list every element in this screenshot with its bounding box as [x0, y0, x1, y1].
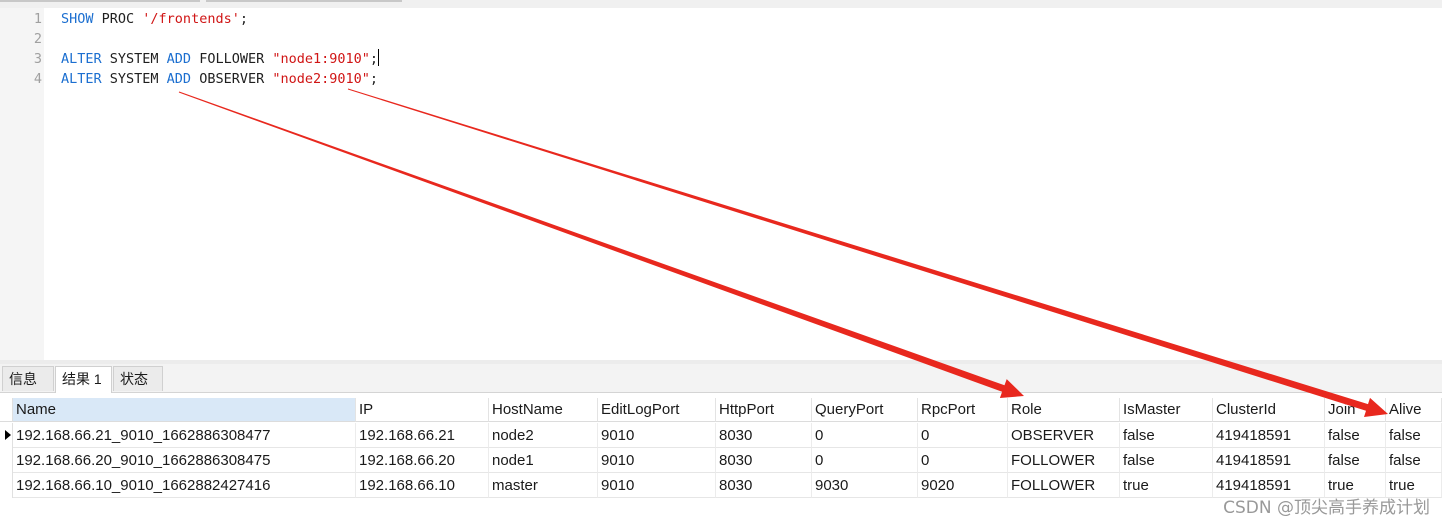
- sql-text: SYSTEM: [101, 51, 167, 67]
- line-number: 1: [33, 11, 42, 27]
- text-cursor: [378, 49, 380, 66]
- code-line[interactable]: ALTER SYSTEM ADD FOLLOWER "node1:9010";: [61, 49, 380, 69]
- column-header-name[interactable]: Name: [13, 398, 356, 422]
- column-header-httpport[interactable]: HttpPort: [716, 398, 812, 422]
- code-line[interactable]: SHOW PROC '/frontends';: [61, 9, 248, 29]
- cell-ismaster[interactable]: false: [1120, 423, 1213, 448]
- cell-clusterid[interactable]: 419418591: [1213, 448, 1325, 473]
- column-header-editlogport[interactable]: EditLogPort: [598, 398, 716, 422]
- cell-join[interactable]: false: [1325, 423, 1386, 448]
- sql-text: OBSERVER: [191, 71, 273, 87]
- cell-rpcport[interactable]: 0: [918, 448, 1008, 473]
- line-number: 2: [33, 31, 42, 47]
- row-selector[interactable]: [0, 473, 13, 498]
- cell-alive[interactable]: false: [1386, 423, 1442, 448]
- cell-role[interactable]: FOLLOWER: [1008, 448, 1120, 473]
- cell-editlogport[interactable]: 9010: [598, 448, 716, 473]
- cell-editlogport[interactable]: 9010: [598, 423, 716, 448]
- cell-name[interactable]: 192.168.66.21_9010_1662886308477: [13, 423, 356, 448]
- sql-text: ;: [369, 71, 379, 87]
- editor-tab-strip: [0, 0, 1442, 8]
- row-selector[interactable]: [0, 448, 13, 473]
- cell-hostname[interactable]: node1: [489, 448, 598, 473]
- sql-text: ;: [369, 51, 379, 67]
- sql-keyword: SHOW: [61, 11, 94, 27]
- column-header-queryport[interactable]: QueryPort: [812, 398, 918, 422]
- cell-ip[interactable]: 192.168.66.20: [356, 448, 489, 473]
- table-row[interactable]: 192.168.66.20_9010_1662886308475 192.168.…: [0, 448, 1442, 473]
- cell-join[interactable]: false: [1325, 448, 1386, 473]
- sql-keyword: ALTER: [61, 51, 102, 67]
- row-selector[interactable]: [0, 423, 13, 448]
- column-header-ismaster[interactable]: IsMaster: [1120, 398, 1213, 422]
- grid-header: Name IP HostName EditLogPort HttpPort QueryPo…: [0, 398, 1442, 422]
- tab-info[interactable]: 信息: [2, 366, 54, 391]
- cell-queryport[interactable]: 0: [812, 423, 918, 448]
- cell-ip[interactable]: 192.168.66.10: [356, 473, 489, 498]
- column-header-rpcport[interactable]: RpcPort: [918, 398, 1008, 422]
- cell-queryport[interactable]: 0: [812, 448, 918, 473]
- cell-hostname[interactable]: node2: [489, 423, 598, 448]
- sql-string: "node2:9010": [272, 71, 370, 87]
- sql-keyword: ADD: [166, 71, 192, 87]
- cell-editlogport[interactable]: 9010: [598, 473, 716, 498]
- cell-alive[interactable]: false: [1386, 448, 1442, 473]
- sql-string: "node1:9010": [272, 51, 370, 67]
- sql-text: PROC: [93, 11, 143, 27]
- tab-result-1[interactable]: 结果 1: [55, 366, 112, 393]
- column-header-ip[interactable]: IP: [356, 398, 489, 422]
- column-header-clusterid[interactable]: ClusterId: [1213, 398, 1325, 422]
- line-number: 3: [33, 51, 42, 67]
- cell-ismaster[interactable]: false: [1120, 448, 1213, 473]
- column-header-join[interactable]: Join: [1325, 398, 1386, 422]
- sql-text: FOLLOWER: [191, 51, 273, 67]
- sql-string: '/frontends': [142, 11, 240, 27]
- table-row[interactable]: 192.168.66.21_9010_1662886308477 192.168.…: [0, 423, 1442, 448]
- sql-text: ;: [239, 11, 248, 27]
- cell-name[interactable]: 192.168.66.10_9010_1662882427416: [13, 473, 356, 498]
- line-number: 4: [33, 71, 42, 87]
- cell-hostname[interactable]: master: [489, 473, 598, 498]
- tab-status[interactable]: 状态: [113, 366, 163, 391]
- cell-httpport[interactable]: 8030: [716, 423, 812, 448]
- column-header-role[interactable]: Role: [1008, 398, 1120, 422]
- column-header-hostname[interactable]: HostName: [489, 398, 598, 422]
- sql-keyword: ALTER: [61, 71, 102, 87]
- cell-queryport[interactable]: 9030: [812, 473, 918, 498]
- current-row-icon: [5, 430, 11, 440]
- grid-corner: [0, 398, 13, 422]
- cell-ip[interactable]: 192.168.66.21: [356, 423, 489, 448]
- sql-keyword: ADD: [166, 51, 192, 67]
- sql-text: SYSTEM: [101, 71, 167, 87]
- line-number-gutter: 1 2 3 4: [0, 8, 44, 360]
- cell-role[interactable]: OBSERVER: [1008, 423, 1120, 448]
- cell-httpport[interactable]: 8030: [716, 448, 812, 473]
- cell-rpcport[interactable]: 9020: [918, 473, 1008, 498]
- cell-role[interactable]: FOLLOWER: [1008, 473, 1120, 498]
- cell-rpcport[interactable]: 0: [918, 423, 1008, 448]
- watermark: CSDN @顶尖高手养成计划: [1223, 498, 1430, 518]
- sql-editor[interactable]: 1234 SHOW PROC '/frontends'; ALTER SYSTEM…: [0, 0, 1442, 360]
- cell-clusterid[interactable]: 419418591: [1213, 423, 1325, 448]
- cell-ismaster[interactable]: true: [1120, 473, 1213, 498]
- cell-httpport[interactable]: 8030: [716, 473, 812, 498]
- column-header-alive[interactable]: Alive: [1386, 398, 1442, 422]
- result-tab-bar: 信息 结果 1 状态: [0, 364, 1442, 393]
- code-line[interactable]: ALTER SYSTEM ADD OBSERVER "node2:9010";: [61, 69, 378, 89]
- cell-name[interactable]: 192.168.66.20_9010_1662886308475: [13, 448, 356, 473]
